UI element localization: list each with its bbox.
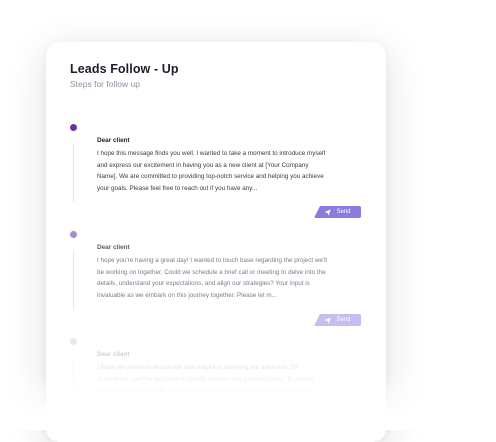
card-title: Leads Follow - Up (70, 62, 179, 76)
step-1-send-label: Send (336, 209, 351, 215)
step-3-dot (70, 338, 77, 345)
step-2-dot (70, 231, 77, 238)
step-2-message: I hope you're having a great day! I want… (97, 257, 327, 299)
step-3-message: I hope our previous discussion was helpf… (97, 364, 315, 394)
step-2-greeting: Dear client (97, 244, 130, 251)
step-1-send-button[interactable]: Send (314, 206, 361, 218)
step-1-greeting: Dear client (97, 137, 130, 144)
leads-follow-up-card: Leads Follow - Up Steps for follow up De… (46, 42, 386, 442)
step-3-timeline-line (73, 358, 74, 416)
step-2-send-button[interactable]: Send (314, 314, 361, 326)
step-1-message: I hope this message finds you well. I wa… (97, 150, 326, 192)
send-icon (324, 208, 332, 216)
step-1-timeline-line (73, 144, 74, 202)
step-3-greeting: Dear client (97, 351, 130, 358)
card-subtitle: Steps for follow up (70, 79, 140, 89)
step-2-timeline-line (73, 251, 74, 309)
step-2-send-label: Send (336, 317, 351, 323)
send-icon (324, 316, 332, 324)
step-1-dot (70, 124, 77, 131)
